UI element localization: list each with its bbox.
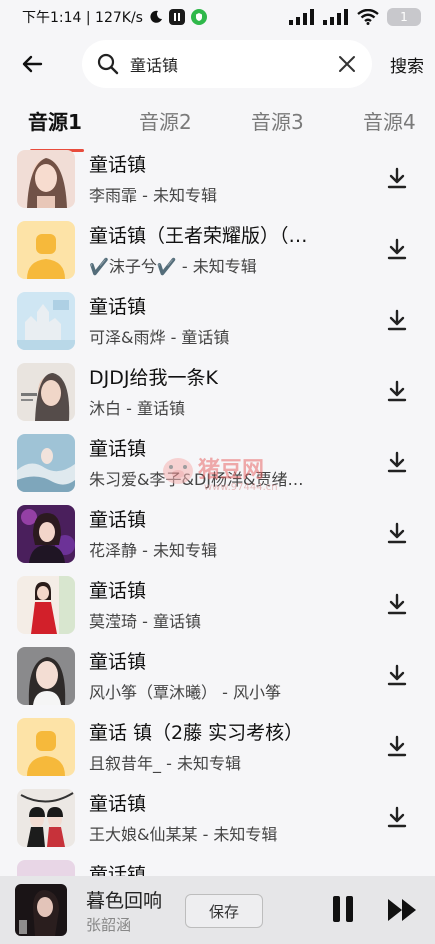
- song-title: 童话镇: [89, 651, 147, 673]
- song-row[interactable]: 童话镇 王大娘&仙某某 - 未知专辑: [0, 785, 435, 855]
- song-title: 童话镇: [89, 793, 147, 815]
- now-playing-cover: [15, 884, 67, 936]
- song-artist-album: 朱习爱&李子&DJ杨洋&贾绪…: [89, 470, 304, 489]
- clear-icon[interactable]: [336, 53, 358, 75]
- album-cover: [17, 789, 75, 847]
- song-row[interactable]: 童话 镇（2藤 实习考核） 且叙昔年_ - 未知专辑: [0, 714, 435, 784]
- download-icon[interactable]: [384, 592, 410, 618]
- download-icon[interactable]: [384, 379, 410, 405]
- album-cover: [17, 292, 75, 350]
- status-time-speed: 下午1:14 | 127K/s: [22, 10, 143, 26]
- status-left: 下午1:14 | 127K/s: [22, 7, 207, 27]
- song-row[interactable]: DJDJ给我一条K 沐白 - 童话镇: [0, 359, 435, 429]
- tab-source-2[interactable]: 音源2: [139, 106, 192, 135]
- mini-player[interactable]: 暮色回响 张韶涵 保存: [0, 876, 435, 944]
- pause-app-icon: [168, 9, 185, 25]
- song-title: 童话镇（王者荣耀版）（…: [89, 225, 308, 247]
- album-cover: [17, 150, 75, 208]
- tab-source-4[interactable]: 音源4: [363, 106, 416, 135]
- save-button[interactable]: 保存: [185, 894, 263, 928]
- song-artist-album: 风小筝（覃沐曦） - 风小筝: [89, 683, 281, 702]
- album-cover-placeholder: [17, 221, 75, 279]
- song-title: 童话镇: [89, 154, 147, 176]
- album-cover-placeholder: [17, 718, 75, 776]
- song-artist-album: 沐白 - 童话镇: [89, 399, 185, 418]
- song-artist-album: 且叙昔年_ - 未知专辑: [89, 754, 241, 773]
- song-artist-album: 花泽静 - 未知专辑: [89, 541, 217, 560]
- song-title: 童话镇: [89, 296, 147, 318]
- now-playing-title: 暮色回响: [86, 890, 163, 912]
- album-cover: [17, 505, 75, 563]
- song-title: DJDJ给我一条K: [89, 367, 218, 389]
- back-arrow-icon: [22, 55, 43, 73]
- tab-source-1[interactable]: 音源1: [28, 106, 82, 135]
- search-icon: [97, 53, 119, 75]
- song-title: 童话镇: [89, 509, 147, 531]
- album-cover: [17, 576, 75, 634]
- source-tabs: 音源1 音源2 音源3 音源4: [0, 106, 435, 152]
- wifi-icon: [357, 9, 379, 25]
- back-button[interactable]: [18, 50, 46, 78]
- album-cover: [17, 363, 75, 421]
- status-bar: 下午1:14 | 127K/s 1: [0, 0, 435, 34]
- download-icon[interactable]: [384, 805, 410, 831]
- now-playing-artist: 张韶涵: [86, 916, 132, 934]
- tab-source-3[interactable]: 音源3: [251, 106, 304, 135]
- search-box[interactable]: 童话镇: [82, 40, 372, 88]
- song-artist-album: 莫滢琦 - 童话镇: [89, 612, 201, 631]
- song-row[interactable]: 童话镇 朱习爱&李子&DJ杨洋&贾绪…: [0, 430, 435, 500]
- search-button[interactable]: 搜索: [390, 52, 424, 77]
- download-icon[interactable]: [384, 521, 410, 547]
- song-artist-album: 王大娘&仙某某 - 未知专辑: [89, 825, 278, 844]
- pause-icon[interactable]: [330, 894, 356, 924]
- search-row: 童话镇 搜索: [0, 38, 435, 90]
- download-icon[interactable]: [384, 450, 410, 476]
- download-icon[interactable]: [384, 237, 410, 263]
- song-title: 童话镇: [89, 580, 147, 602]
- song-row[interactable]: 童话镇 莫滢琦 - 童话镇: [0, 572, 435, 642]
- song-row[interactable]: 童话镇 花泽静 - 未知专辑: [0, 501, 435, 571]
- song-row[interactable]: 童话镇 李雨霏 - 未知专辑: [0, 146, 435, 216]
- battery-indicator: 1: [387, 8, 421, 26]
- moon-icon: [150, 10, 162, 23]
- song-row[interactable]: 童话镇: [0, 856, 435, 878]
- song-row[interactable]: 童话镇 可泽&雨烨 - 童话镇: [0, 288, 435, 358]
- song-artist-album: ✔️沫子兮✔️ - 未知专辑: [89, 257, 257, 276]
- song-artist-album: 李雨霏 - 未知专辑: [89, 186, 217, 205]
- download-icon[interactable]: [384, 308, 410, 334]
- song-row[interactable]: 童话镇 风小筝（覃沐曦） - 风小筝: [0, 643, 435, 713]
- search-input[interactable]: 童话镇: [130, 52, 336, 76]
- shield-app-icon: [190, 9, 207, 25]
- signal-icon: [289, 9, 314, 25]
- song-row[interactable]: 童话镇（王者荣耀版）（… ✔️沫子兮✔️ - 未知专辑: [0, 217, 435, 287]
- next-track-icon[interactable]: [386, 896, 420, 924]
- download-icon[interactable]: [384, 663, 410, 689]
- song-title: 童话 镇（2藤 实习考核）: [89, 722, 304, 744]
- download-icon[interactable]: [384, 734, 410, 760]
- album-cover: [17, 434, 75, 492]
- status-right: 1: [289, 8, 421, 26]
- signal-2-icon: [323, 9, 348, 25]
- download-icon[interactable]: [384, 166, 410, 192]
- song-artist-album: 可泽&雨烨 - 童话镇: [89, 328, 230, 347]
- album-cover: [17, 647, 75, 705]
- song-list: 童话镇 李雨霏 - 未知专辑 童话镇（王者荣耀版）（… ✔️沫子兮✔️ - 未知…: [0, 146, 435, 878]
- song-title: 童话镇: [89, 438, 147, 460]
